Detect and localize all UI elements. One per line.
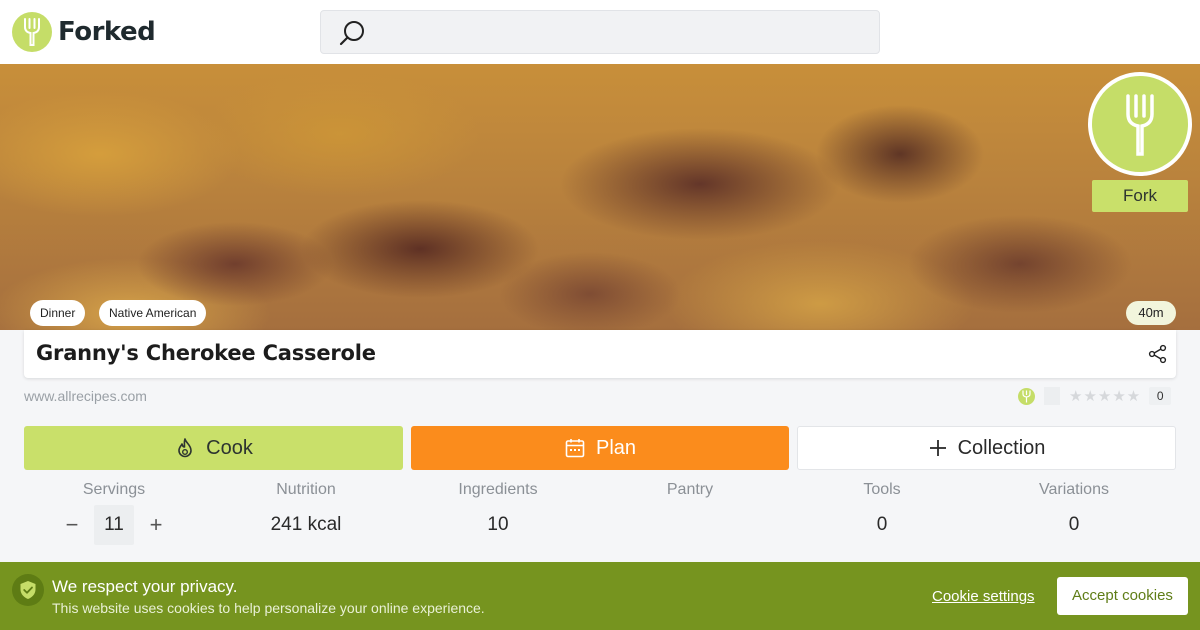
- rating-count: 0: [1149, 387, 1172, 405]
- rating-row: ★★★★★ 0: [1018, 386, 1172, 406]
- search-bar[interactable]: [320, 10, 880, 54]
- accept-cookies-button[interactable]: Accept cookies: [1057, 577, 1188, 615]
- cookie-title: We respect your privacy.: [52, 577, 238, 596]
- cook-button-label: Cook: [206, 436, 253, 459]
- cook-button[interactable]: Cook: [24, 426, 403, 470]
- servings-label: Servings: [82, 481, 146, 498]
- share-icon[interactable]: [1148, 344, 1168, 369]
- brand-logo[interactable]: Forked: [12, 12, 156, 52]
- variations-label: Variations: [1039, 481, 1109, 498]
- source-link[interactable]: www.allrecipes.com: [24, 388, 147, 404]
- cookie-text: This website uses cookies to help person…: [52, 600, 485, 616]
- tools-value[interactable]: 0: [792, 514, 972, 536]
- star-rating[interactable]: ★★★★★: [1069, 387, 1141, 405]
- nutrition-value[interactable]: 241 kcal: [216, 514, 396, 536]
- servings-increase-button[interactable]: +: [141, 510, 171, 540]
- tools-label: Tools: [863, 481, 901, 498]
- shield-check-icon: [12, 574, 44, 606]
- search-input[interactable]: [375, 17, 865, 47]
- plus-icon: [929, 440, 946, 456]
- cookie-consent-bar: We respect your privacy. This website us…: [0, 562, 1200, 630]
- servings-value[interactable]: 11: [94, 505, 134, 545]
- calendar-icon: [565, 439, 585, 458]
- fork-icon: [1018, 387, 1035, 405]
- plan-button-label: Plan: [595, 436, 637, 459]
- top-header: Forked: [0, 0, 1200, 64]
- flame-icon: [178, 438, 192, 458]
- search-icon: [337, 19, 367, 52]
- nutrition-label: Nutrition: [276, 481, 336, 498]
- servings-decrease-button[interactable]: −: [57, 510, 87, 540]
- collection-button-label: Collection: [957, 436, 1046, 459]
- collection-button[interactable]: Collection: [797, 426, 1176, 470]
- fork-icon: [1092, 76, 1188, 172]
- fork-badge[interactable]: [1088, 72, 1192, 176]
- plan-button[interactable]: Plan: [411, 426, 789, 470]
- pantry-label: Pantry: [666, 481, 714, 498]
- tag-cuisine[interactable]: Native American: [99, 300, 207, 326]
- variations-value[interactable]: 0: [984, 514, 1164, 536]
- user-rating-box[interactable]: [1044, 387, 1060, 405]
- ingredients-label: Ingredients: [458, 481, 538, 498]
- brand-name: Forked: [58, 17, 156, 47]
- time-badge: 40m: [1126, 301, 1176, 325]
- tag-dinner[interactable]: Dinner: [30, 300, 86, 326]
- fork-button[interactable]: Fork: [1092, 180, 1188, 212]
- recipe-title-card: Granny's Cherokee Casserole: [24, 330, 1176, 378]
- recipe-hero-image: [0, 64, 1200, 330]
- recipe-title: Granny's Cherokee Casserole: [36, 341, 376, 365]
- ingredients-value[interactable]: 10: [408, 514, 588, 536]
- cookie-settings-link[interactable]: Cookie settings: [932, 588, 1035, 605]
- fork-icon: [12, 12, 52, 52]
